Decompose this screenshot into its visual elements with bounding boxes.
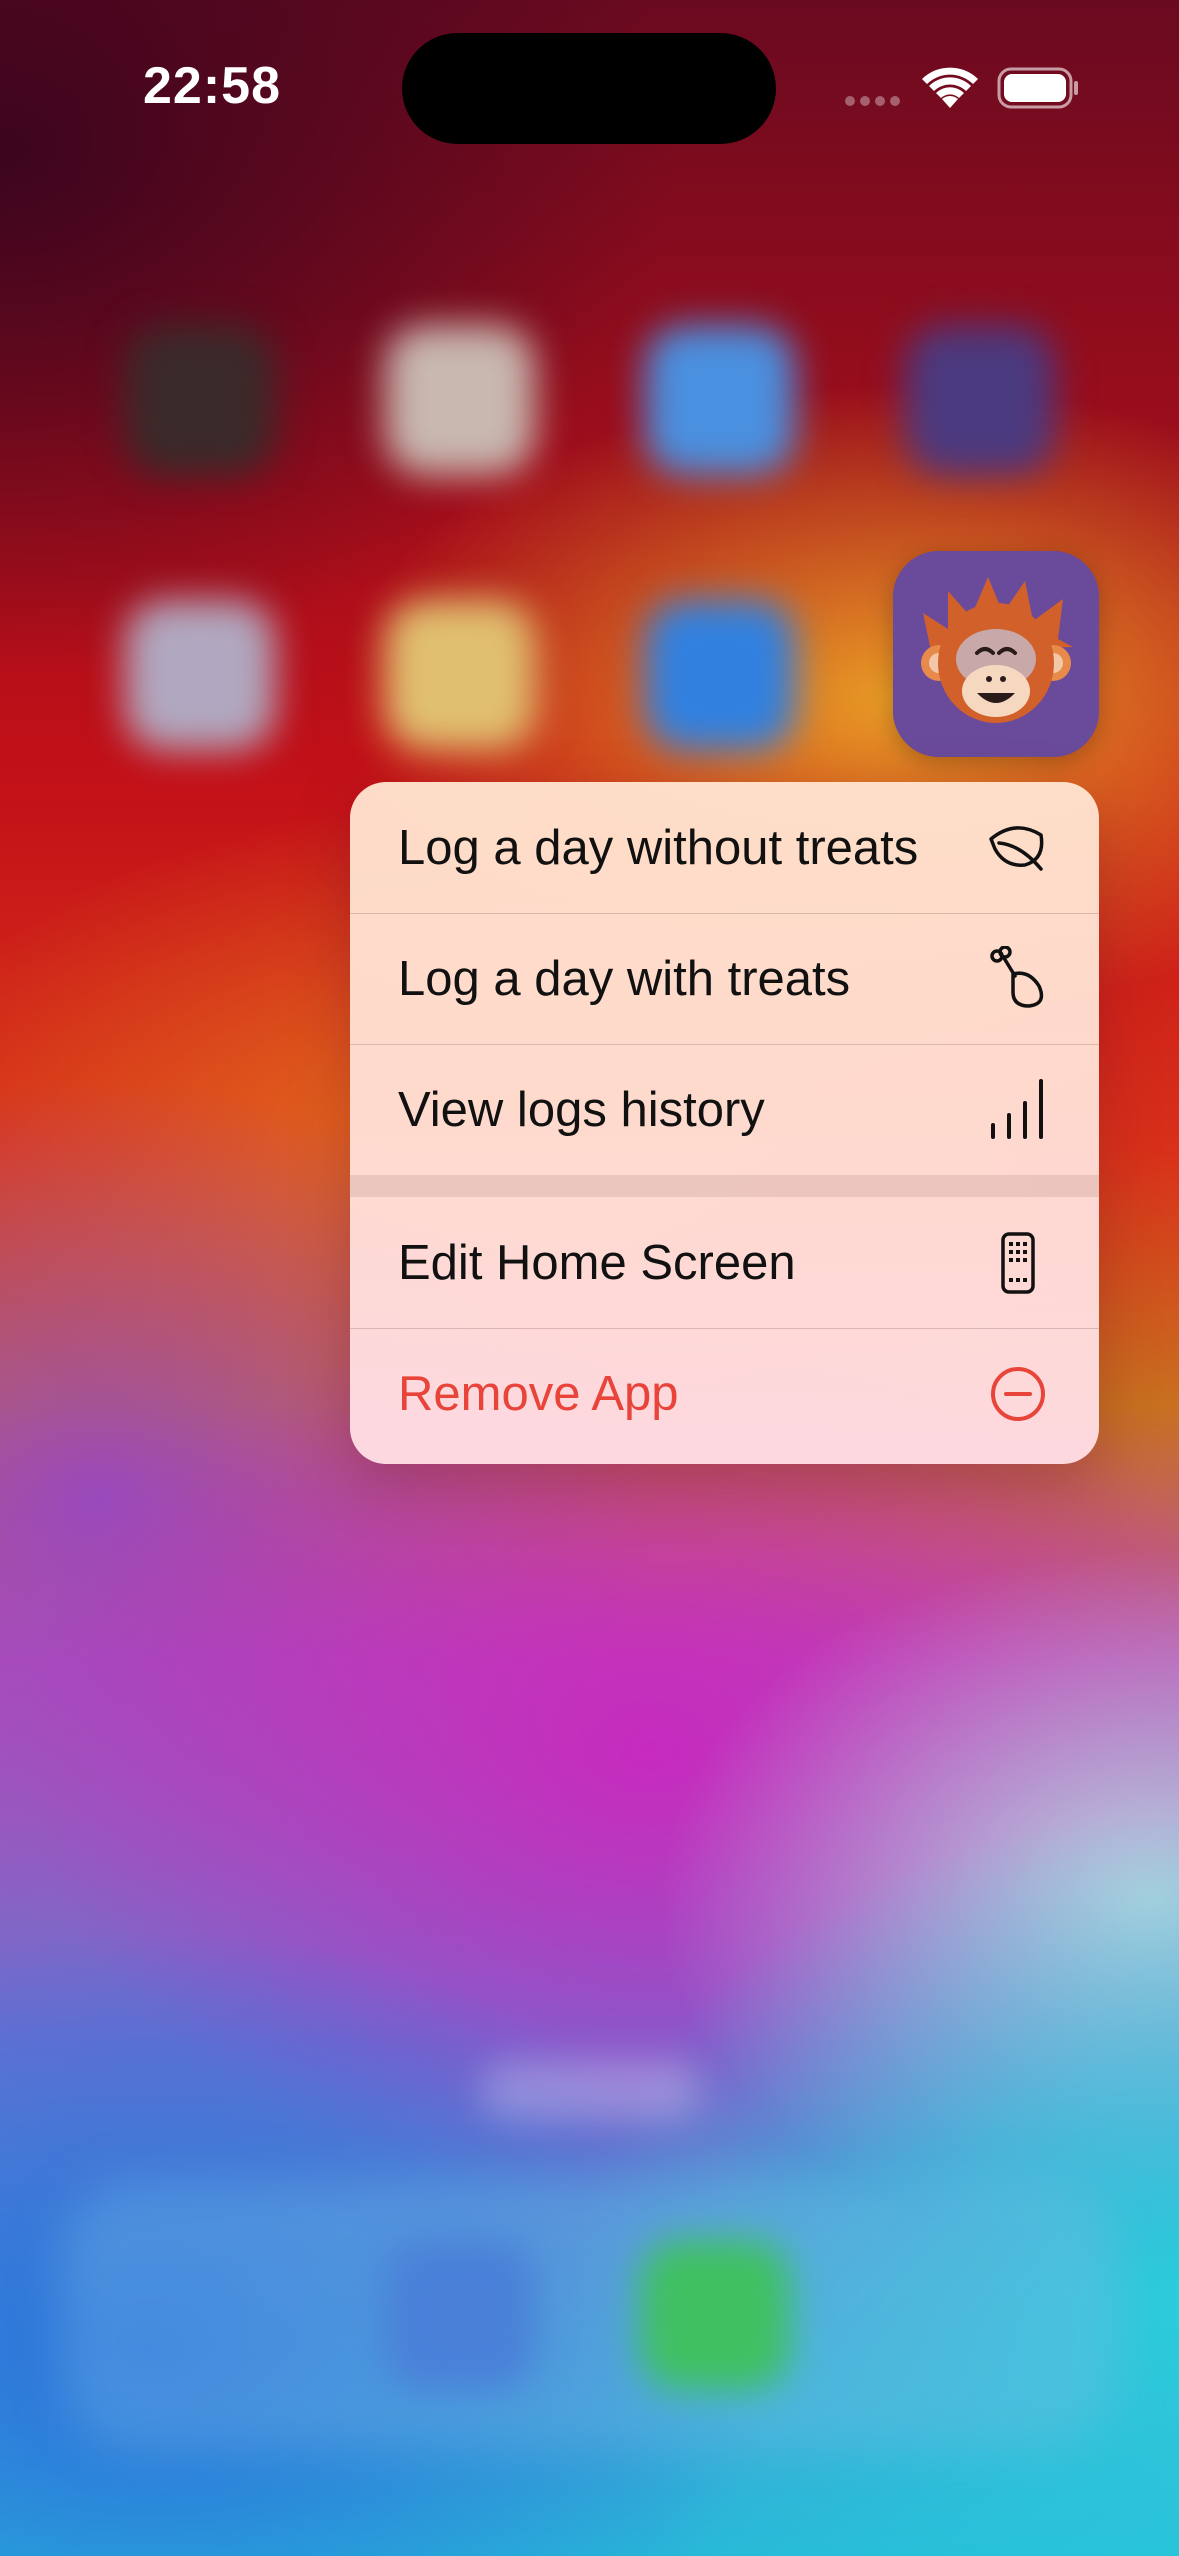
leaf-icon — [985, 815, 1051, 881]
blurred-app-icon — [125, 325, 275, 475]
blurred-dock-background — [60, 2180, 1120, 2450]
phone-apps-icon — [985, 1230, 1051, 1296]
wifi-icon — [922, 67, 978, 108]
menu-section-separator — [350, 1175, 1099, 1197]
blurred-app-icon — [125, 600, 275, 750]
dynamic-island — [402, 33, 776, 144]
menu-item-label: View logs history — [398, 1083, 765, 1137]
menu-item-remove-app[interactable]: Remove App — [350, 1328, 1099, 1459]
blurred-app-icon — [385, 600, 535, 750]
menu-item-view-logs-history[interactable]: View logs history — [350, 1044, 1099, 1175]
menu-item-label: Remove App — [398, 1367, 679, 1421]
menu-item-label: Log a day with treats — [398, 952, 851, 1006]
cellular-signal-icon — [845, 93, 905, 111]
status-time: 22:58 — [143, 57, 281, 115]
orangutan-app-icon[interactable] — [893, 551, 1099, 757]
blurred-dock-icon — [640, 2240, 790, 2390]
menu-item-log-with-treats[interactable]: Log a day with treats — [350, 913, 1099, 1044]
blurred-page-dots — [480, 2060, 700, 2120]
blurred-dock-icon — [385, 2240, 535, 2390]
menu-item-edit-home-screen[interactable]: Edit Home Screen — [350, 1197, 1099, 1328]
blurred-app-icon — [385, 325, 535, 475]
app-context-menu: Log a day without treats Log a day with … — [350, 782, 1099, 1464]
battery-icon — [997, 67, 1078, 109]
drumstick-icon — [985, 946, 1051, 1012]
minus-circle-icon — [985, 1361, 1051, 1427]
menu-item-label: Edit Home Screen — [398, 1235, 796, 1290]
blurred-app-icon — [645, 325, 795, 475]
blurred-app-icon — [645, 600, 795, 750]
status-bar: 22:58 — [0, 0, 1179, 170]
chart-bars-icon — [985, 1077, 1051, 1143]
menu-item-label: Log a day without treats — [398, 820, 919, 875]
blurred-app-icon — [905, 325, 1055, 475]
menu-item-log-without-treats[interactable]: Log a day without treats — [350, 782, 1099, 913]
